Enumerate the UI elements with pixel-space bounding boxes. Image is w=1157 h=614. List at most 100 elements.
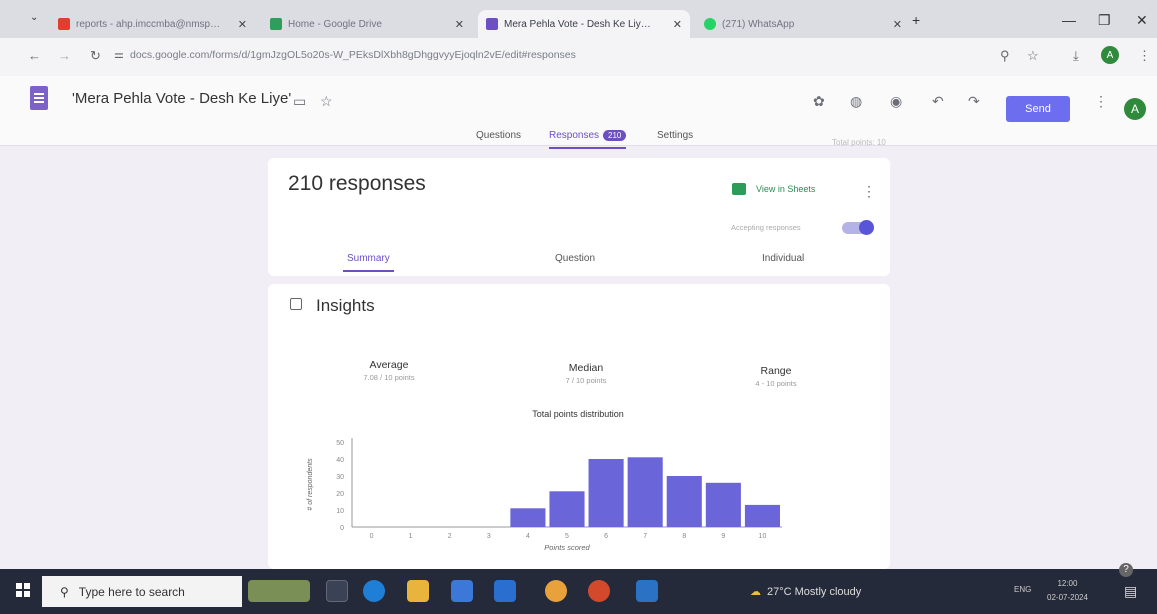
subtab-individual[interactable]: Individual xyxy=(762,253,804,264)
url-field[interactable]: docs.google.com/forms/d/1gmJzgOL5o20s-W_… xyxy=(130,49,576,61)
close-icon[interactable]: ✕ xyxy=(447,18,464,31)
tab-google-form[interactable]: Mera Pehla Vote - Desh Ke Liy… ✕ xyxy=(478,10,690,38)
bar-8 xyxy=(666,476,702,527)
windows-start-icon[interactable] xyxy=(16,583,30,597)
edge-icon[interactable] xyxy=(363,580,385,602)
y-tick-label: 50 xyxy=(336,440,344,447)
bar-4 xyxy=(510,508,546,527)
send-button[interactable]: Send xyxy=(1006,96,1070,122)
x-tick-label: 5 xyxy=(565,533,569,540)
y-tick-label: 30 xyxy=(336,474,344,481)
chart-title: Total points distribution xyxy=(532,409,624,419)
total-points-label: Total points: 10 xyxy=(832,138,886,147)
preview-eye-icon[interactable]: ◉ xyxy=(890,93,902,110)
word-icon[interactable] xyxy=(636,580,658,602)
folder-icon[interactable]: ▭ xyxy=(293,93,306,110)
account-avatar[interactable]: A xyxy=(1124,98,1146,120)
chrome-icon[interactable] xyxy=(545,580,567,602)
forms-logo-icon[interactable] xyxy=(30,86,48,110)
form-title[interactable]: 'Mera Pehla Vote - Desh Ke Liye' xyxy=(72,90,291,107)
subtab-summary[interactable]: Summary xyxy=(343,253,394,272)
sheets-icon xyxy=(732,183,746,195)
y-axis-label: # of respondents xyxy=(307,458,314,511)
taskbar-widget-image[interactable] xyxy=(248,580,310,602)
average-label: Average xyxy=(369,359,409,371)
gmail-icon xyxy=(58,18,70,30)
tab-gmail[interactable]: reports - ahp.imccmba@nmsp… ✕ xyxy=(50,10,255,38)
average-value: 7.08 / 10 points xyxy=(363,373,415,382)
browser-tab-strip: ⌄ reports - ahp.imccmba@nmsp… ✕ Home - G… xyxy=(0,0,1157,38)
y-tick-label: 20 xyxy=(336,491,344,498)
bar-5 xyxy=(549,491,585,527)
redo-icon[interactable]: ↷ xyxy=(968,93,980,110)
x-tick-label: 0 xyxy=(370,533,374,540)
insights-title: Insights xyxy=(316,296,375,315)
clock-date: 02-07-2024 xyxy=(1047,593,1088,602)
bar-6 xyxy=(588,459,624,527)
more-options-icon[interactable]: ⋮ xyxy=(1094,93,1108,110)
weather-widget[interactable]: ☁ 27°C Mostly cloudy xyxy=(750,585,861,598)
close-window-icon[interactable]: ✕ xyxy=(1136,12,1148,29)
forward-icon[interactable]: → xyxy=(58,48,71,63)
notifications-icon[interactable]: ▤ xyxy=(1124,583,1137,600)
x-tick-label: 8 xyxy=(682,533,686,540)
view-in-sheets-label: View in Sheets xyxy=(756,184,816,194)
help-icon[interactable]: ? xyxy=(1119,563,1133,577)
close-icon[interactable]: ✕ xyxy=(885,18,902,31)
bar-7 xyxy=(627,457,663,527)
accepting-responses-toggle[interactable] xyxy=(842,220,874,235)
x-tick-label: 6 xyxy=(604,533,608,540)
download-icon[interactable]: ⤓ xyxy=(1073,48,1079,64)
close-icon[interactable]: ✕ xyxy=(665,18,682,31)
x-tick-label: 1 xyxy=(409,533,413,540)
site-info-icon[interactable]: ⚌ xyxy=(114,48,124,61)
zoom-icon[interactable]: ⚲ xyxy=(1000,48,1010,64)
range-label: Range xyxy=(760,365,792,377)
restore-icon[interactable]: ❐ xyxy=(1098,12,1111,29)
mail-icon[interactable] xyxy=(494,580,516,602)
chrome-profile-icon[interactable] xyxy=(588,580,610,602)
tab-label: Home - Google Drive xyxy=(288,18,382,30)
reload-icon[interactable]: ↻ xyxy=(90,48,101,64)
tab-settings[interactable]: Settings xyxy=(657,130,693,141)
minimize-icon[interactable]: — xyxy=(1062,12,1076,28)
language-indicator[interactable]: ENG xyxy=(1014,585,1031,594)
tab-whatsapp[interactable]: (271) WhatsApp ✕ xyxy=(696,10,910,38)
taskbar-search[interactable]: ⚲ Type here to search xyxy=(42,576,242,607)
x-axis-label: Points scored xyxy=(544,543,590,552)
median-label: Median xyxy=(568,362,604,374)
tab-responses-label: Responses xyxy=(549,130,600,141)
view-in-sheets-link[interactable]: View in Sheets xyxy=(732,183,815,195)
undo-icon[interactable]: ↶ xyxy=(932,93,944,110)
back-icon[interactable]: ← xyxy=(28,48,41,63)
file-explorer-icon[interactable] xyxy=(407,580,429,602)
x-tick-label: 7 xyxy=(643,533,647,540)
browser-menu-icon[interactable]: ⋮ xyxy=(1138,48,1151,64)
task-view-icon[interactable] xyxy=(326,580,348,602)
responses-more-icon[interactable]: ⋮ xyxy=(862,183,876,200)
tab-google-drive[interactable]: Home - Google Drive ✕ xyxy=(262,10,472,38)
taskbar-clock[interactable]: 12:00 02-07-2024 xyxy=(1047,577,1088,605)
addons-icon[interactable]: ✿ xyxy=(813,93,825,110)
bookmark-star-icon[interactable]: ☆ xyxy=(1027,48,1039,64)
y-tick-label: 0 xyxy=(340,525,344,532)
subtab-question[interactable]: Question xyxy=(555,253,595,264)
star-icon[interactable]: ☆ xyxy=(320,93,333,110)
windows-taskbar: ⚲ Type here to search ☁ 27°C Mostly cloud… xyxy=(0,569,1157,614)
search-icon: ⚲ xyxy=(60,584,69,599)
tab-questions[interactable]: Questions xyxy=(476,130,521,141)
store-icon[interactable] xyxy=(451,580,473,602)
new-tab-button[interactable]: + xyxy=(912,12,920,28)
weather-cloud-icon: ☁ xyxy=(750,586,761,598)
responses-count-badge: 210 xyxy=(603,130,627,141)
x-tick-label: 9 xyxy=(721,533,725,540)
x-tick-label: 2 xyxy=(448,533,452,540)
x-tick-label: 3 xyxy=(487,533,491,540)
search-placeholder: Type here to search xyxy=(78,584,185,599)
profile-avatar[interactable]: A xyxy=(1101,46,1119,64)
tab-search-chevron-icon[interactable]: ⌄ xyxy=(30,12,38,23)
points-distribution-chart: 0 10 20 30 40 50 0 1 2 3 4 5 6 7 8 9 10 Points scored # of… xyxy=(307,438,782,552)
palette-icon[interactable]: ◍ xyxy=(850,93,862,110)
tab-responses[interactable]: Responses 210 xyxy=(549,130,627,149)
close-icon[interactable]: ✕ xyxy=(230,18,247,31)
